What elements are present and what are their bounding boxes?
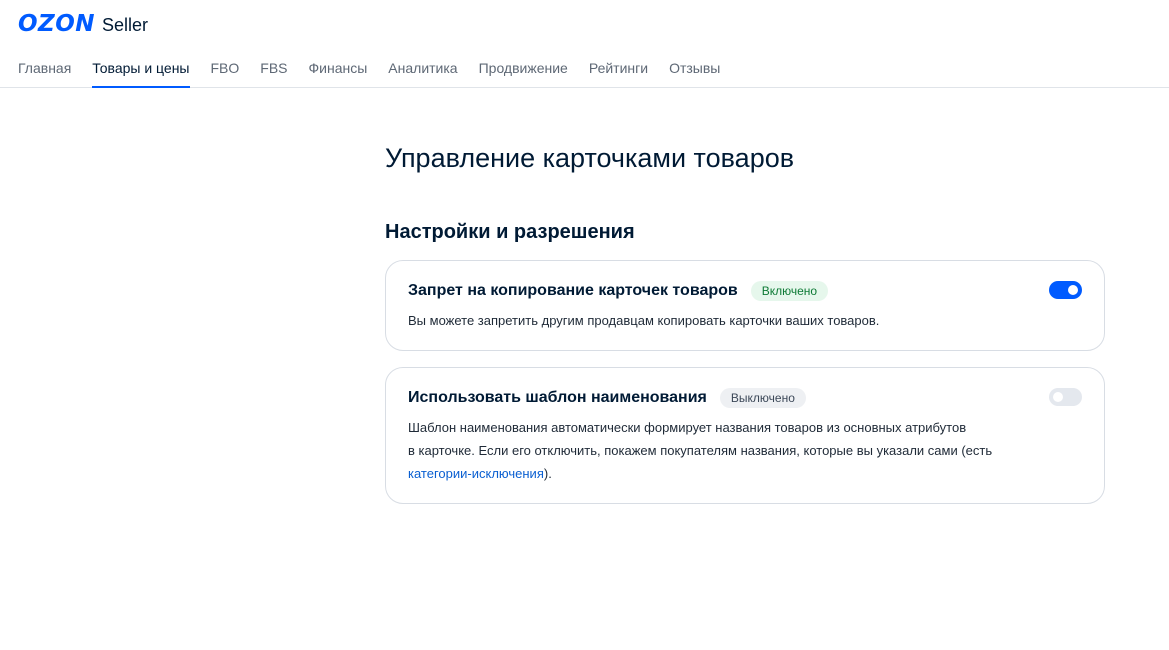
description-end: ). — [543, 466, 552, 481]
setting-description: Шаблон наименования автоматически формир… — [408, 416, 1068, 485]
setting-card-name-template: Использовать шаблон наименования Выключе… — [385, 367, 1105, 504]
setting-title: Запрет на копирование карточек товаров — [408, 282, 738, 299]
name-template-toggle[interactable] — [1049, 388, 1082, 406]
setting-description: Вы можете запретить другим продавцам коп… — [408, 313, 880, 328]
nav-item-fbo[interactable]: FBO — [211, 0, 240, 88]
toggle-knob — [1068, 285, 1078, 295]
nav-item-fbs[interactable]: FBS — [260, 0, 287, 88]
toggle-knob — [1053, 392, 1063, 402]
nav-item-finance[interactable]: Финансы — [309, 0, 368, 88]
main-content: Управление карточками товаров Настройки … — [385, 88, 1105, 504]
description-line: Шаблон наименования автоматически формир… — [408, 420, 967, 435]
main-nav: Главная Товары и цены FBO FBS Финансы Ан… — [18, 0, 741, 88]
exceptions-categories-link[interactable]: категории-исключения — [408, 466, 544, 481]
status-badge: Включено — [750, 281, 829, 301]
description-line: в карточке. Если его отключить, покажем … — [408, 443, 993, 458]
nav-item-main[interactable]: Главная — [18, 0, 71, 88]
top-header: OZON Seller Главная Товары и цены FBO FB… — [0, 0, 1169, 88]
setting-title: Использовать шаблон наименования — [408, 389, 707, 406]
nav-item-analytics[interactable]: Аналитика — [388, 0, 457, 88]
section-title: Настройки и разрешения — [385, 221, 635, 243]
page-title: Управление карточками товаров — [385, 143, 795, 173]
setting-card-copy-protection: Запрет на копирование карточек товаров В… — [385, 260, 1105, 351]
nav-item-ratings[interactable]: Рейтинги — [589, 0, 648, 88]
status-badge: Выключено — [719, 388, 806, 408]
copy-protection-toggle[interactable] — [1049, 281, 1082, 299]
nav-item-promotion[interactable]: Продвижение — [479, 0, 568, 88]
nav-item-reviews[interactable]: Отзывы — [669, 0, 720, 88]
nav-item-products-prices[interactable]: Товары и цены — [92, 0, 190, 88]
